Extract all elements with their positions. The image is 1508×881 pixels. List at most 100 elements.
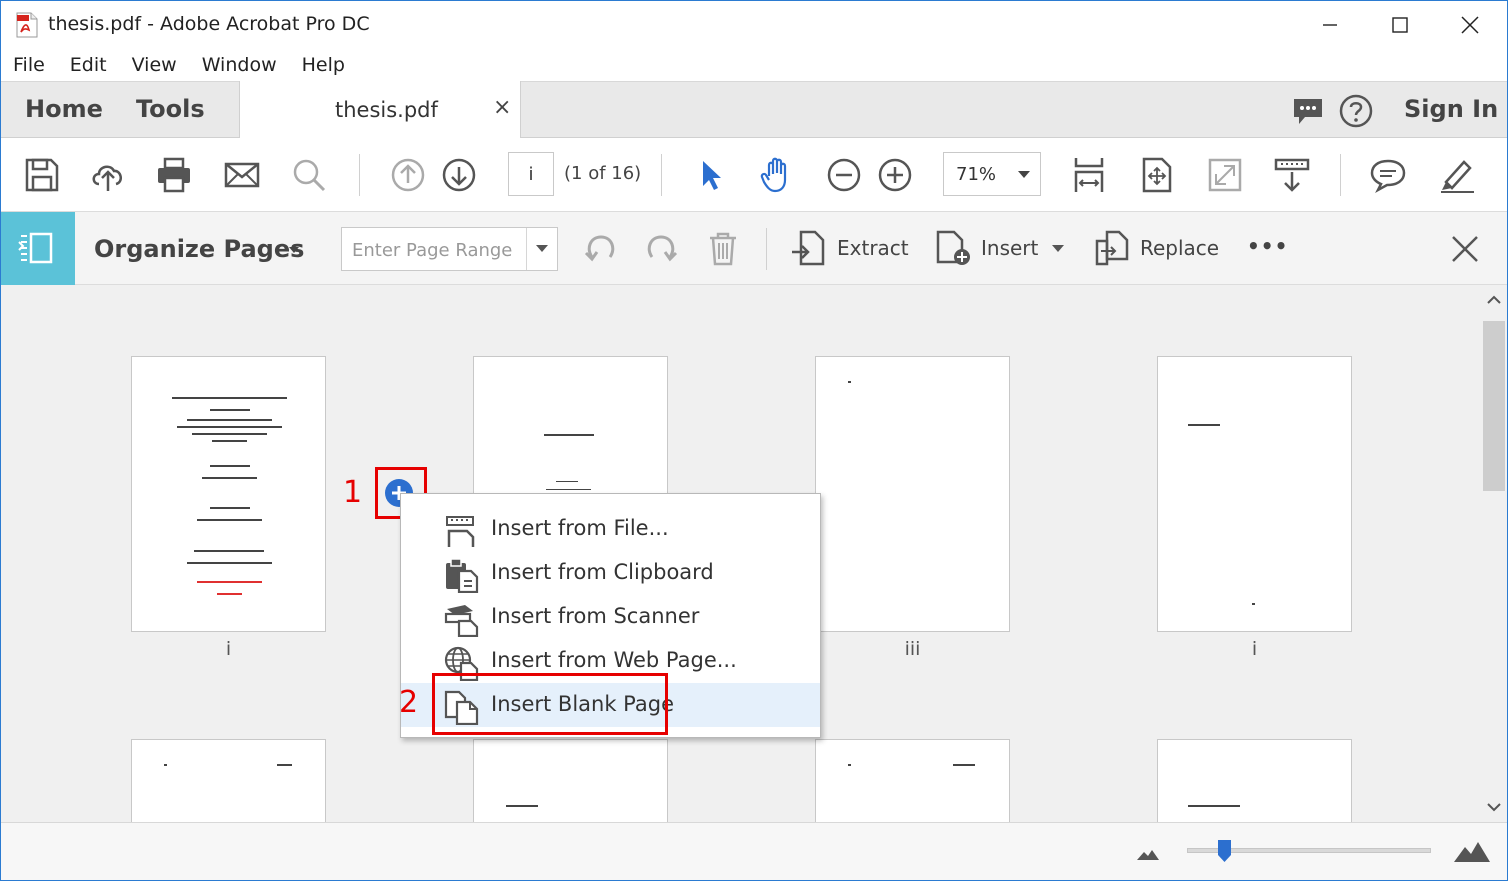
page-thumbnail[interactable]	[815, 356, 1010, 632]
scanner-icon	[444, 605, 479, 637]
annotation-number-2: 2	[399, 685, 419, 720]
annotation-number-1: 1	[343, 475, 363, 510]
highlight-pen-icon[interactable]	[1438, 156, 1476, 194]
rotate-left-icon[interactable]	[582, 229, 620, 267]
insert-file-icon	[446, 516, 475, 547]
search-icon[interactable]	[290, 156, 328, 194]
insert-label[interactable]: Insert	[981, 236, 1038, 260]
save-icon[interactable]	[23, 156, 61, 194]
page-thumbnail[interactable]	[815, 739, 1010, 822]
next-page-icon[interactable]	[440, 156, 478, 194]
close-icon	[1461, 15, 1479, 34]
delete-icon[interactable]	[704, 229, 742, 267]
extract-label[interactable]: Extract	[837, 236, 909, 260]
help-icon[interactable]	[1339, 94, 1373, 128]
page-range-input[interactable]: Enter Page Range	[341, 227, 558, 271]
extract-icon[interactable]	[789, 229, 827, 267]
minimize-button[interactable]	[1295, 1, 1365, 48]
menu-edit[interactable]: Edit	[70, 54, 107, 76]
tab-document[interactable]: thesis.pdf ×	[239, 81, 521, 139]
close-icon[interactable]	[1448, 232, 1482, 266]
menu-item-insert-from-clipboard[interactable]: Insert from Clipboard	[401, 551, 820, 595]
replace-pages-icon[interactable]	[1093, 229, 1131, 267]
page-label: i	[225, 638, 232, 660]
replace-label[interactable]: Replace	[1140, 236, 1219, 260]
page-text-line	[164, 764, 167, 766]
select-cursor-icon[interactable]	[693, 156, 731, 194]
chevron-down-icon	[536, 245, 548, 252]
menu-item-insert-from-scanner[interactable]: Insert from Scanner	[401, 595, 820, 639]
previous-page-icon[interactable]	[389, 156, 427, 194]
page-text-line	[210, 465, 250, 467]
upload-cloud-icon[interactable]	[89, 156, 127, 194]
full-screen-icon[interactable]	[1206, 156, 1244, 194]
tab-tools[interactable]: Tools	[136, 95, 205, 123]
menu-item-label: Insert from Clipboard	[491, 560, 714, 584]
page-text-line	[177, 426, 282, 428]
comment-bubble-icon[interactable]	[1291, 94, 1325, 128]
thumbnail-size-slider-thumb[interactable]	[1217, 839, 1232, 863]
page-range-dropdown[interactable]	[526, 228, 558, 270]
toolbar-separator	[766, 228, 767, 270]
page-text-line	[544, 434, 594, 436]
menu-item-insert-from-file[interactable]: Insert from File...	[401, 507, 820, 551]
organize-tool-button[interactable]	[1, 212, 75, 285]
page-number-input[interactable]: i	[508, 152, 554, 196]
scroll-thumb[interactable]	[1483, 321, 1505, 491]
zoom-value: 71%	[956, 164, 997, 185]
page-thumbnail[interactable]	[1157, 739, 1352, 822]
page-thumbnail[interactable]	[131, 739, 326, 822]
vertical-scrollbar[interactable]	[1481, 285, 1507, 822]
page-text-line	[194, 550, 264, 552]
more-options-button[interactable]: •••	[1247, 234, 1288, 258]
page-thumbnail[interactable]	[473, 739, 668, 822]
document-tab-label: thesis.pdf	[335, 98, 438, 122]
page-label: iii	[904, 638, 921, 660]
maximize-button[interactable]	[1365, 1, 1435, 48]
zoom-in-icon[interactable]	[876, 156, 914, 194]
page-text-line	[277, 764, 292, 766]
close-window-button[interactable]	[1435, 1, 1505, 48]
toolbar-separator	[1340, 154, 1341, 196]
chevron-down-icon[interactable]	[289, 247, 299, 253]
menu-file[interactable]: File	[13, 54, 45, 76]
large-thumbnails-icon[interactable]	[1453, 839, 1491, 863]
scroll-down-icon[interactable]	[1487, 800, 1501, 814]
page-text-line	[187, 419, 272, 421]
acrobat-window: thesis.pdf - Adobe Acrobat Pro DC File E…	[0, 0, 1508, 881]
zoom-out-icon[interactable]	[825, 156, 863, 194]
rotate-right-icon[interactable]	[642, 229, 680, 267]
comment-icon[interactable]	[1369, 156, 1407, 194]
page-thumbnail[interactable]	[1157, 356, 1352, 632]
fit-width-icon[interactable]	[1070, 156, 1108, 194]
page-text-line	[848, 764, 851, 766]
zoom-select[interactable]: 71%	[943, 152, 1041, 196]
sign-in-button[interactable]: Sign In	[1404, 95, 1498, 123]
page-text-line	[506, 805, 538, 807]
menu-help[interactable]: Help	[302, 54, 345, 76]
close-tab-button[interactable]: ×	[493, 95, 511, 120]
page-text-line	[546, 489, 591, 490]
page-text-line	[953, 764, 975, 766]
small-thumbnails-icon[interactable]	[1136, 847, 1160, 861]
page-text-line	[202, 477, 257, 479]
email-icon[interactable]	[223, 156, 261, 194]
title-bar: thesis.pdf - Adobe Acrobat Pro DC	[1, 1, 1507, 48]
organize-pages-icon	[18, 232, 53, 264]
menu-window[interactable]: Window	[202, 54, 277, 76]
page-text-line	[848, 381, 851, 383]
page-range-placeholder: Enter Page Range	[352, 240, 513, 261]
insert-pages-icon[interactable]	[934, 229, 972, 267]
chevron-down-icon[interactable]	[1052, 245, 1064, 253]
menu-view[interactable]: View	[132, 54, 177, 76]
organize-pages-title[interactable]: Organize Pages	[94, 235, 304, 263]
tab-home[interactable]: Home	[25, 95, 103, 123]
print-icon[interactable]	[155, 156, 193, 194]
read-mode-icon[interactable]	[1273, 156, 1311, 194]
hand-tool-icon[interactable]	[758, 156, 796, 194]
page-text-line	[197, 519, 262, 521]
scroll-up-icon[interactable]	[1487, 293, 1501, 307]
rotate-view-icon[interactable]	[1138, 156, 1176, 194]
page-thumbnail[interactable]	[131, 356, 326, 632]
toolbar-separator	[359, 154, 360, 196]
